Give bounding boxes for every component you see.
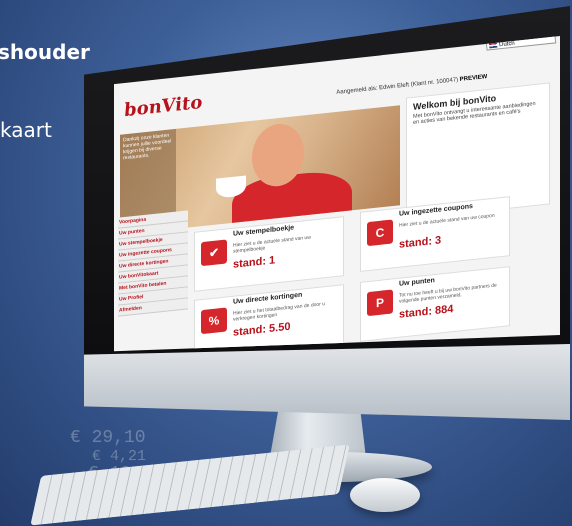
side-navigation: Voorpagina Uw punten Uw stempelboekje Uw… — [118, 210, 188, 317]
bonvito-logo[interactable]: bonVito — [123, 92, 203, 121]
background-subheading: kaart — [0, 118, 52, 142]
coupons-card[interactable]: C Uw ingezette coupons Hier ziet u de ac… — [360, 196, 510, 272]
card-stand: stand: 3 — [399, 234, 442, 251]
mouse — [350, 478, 420, 512]
background-heading: shouder — [0, 40, 90, 64]
card-title: Uw stempelboekje — [233, 224, 295, 238]
card-stand: stand: 1 — [233, 254, 276, 271]
keyboard — [30, 444, 350, 526]
discount-icon: % — [201, 307, 227, 335]
background-price: € 29,10 — [70, 428, 146, 448]
hero-side-text: Dankzij onze klanten kunnen jullie voord… — [123, 132, 172, 162]
coupon-icon: C — [367, 219, 393, 247]
stamp-icon: ✔ — [201, 239, 227, 267]
background-price: € 4,21 — [92, 448, 147, 465]
punten-card[interactable]: P Uw punten Tot nu toe heeft u bij uw bo… — [360, 266, 510, 342]
monitor-chin — [84, 344, 570, 420]
stempelboekje-card[interactable]: ✔ Uw stempelboekje Hier ziet u de actuel… — [194, 216, 344, 292]
card-stand: stand: 5.50 — [233, 320, 291, 339]
screen: Dutch Aangemeld als: Edwin Eleft (Klant … — [114, 36, 560, 352]
points-icon: P — [367, 289, 393, 317]
card-title: Uw punten — [399, 277, 435, 288]
card-stand: stand: 884 — [399, 303, 454, 321]
preview-label: PREVIEW — [459, 74, 488, 83]
